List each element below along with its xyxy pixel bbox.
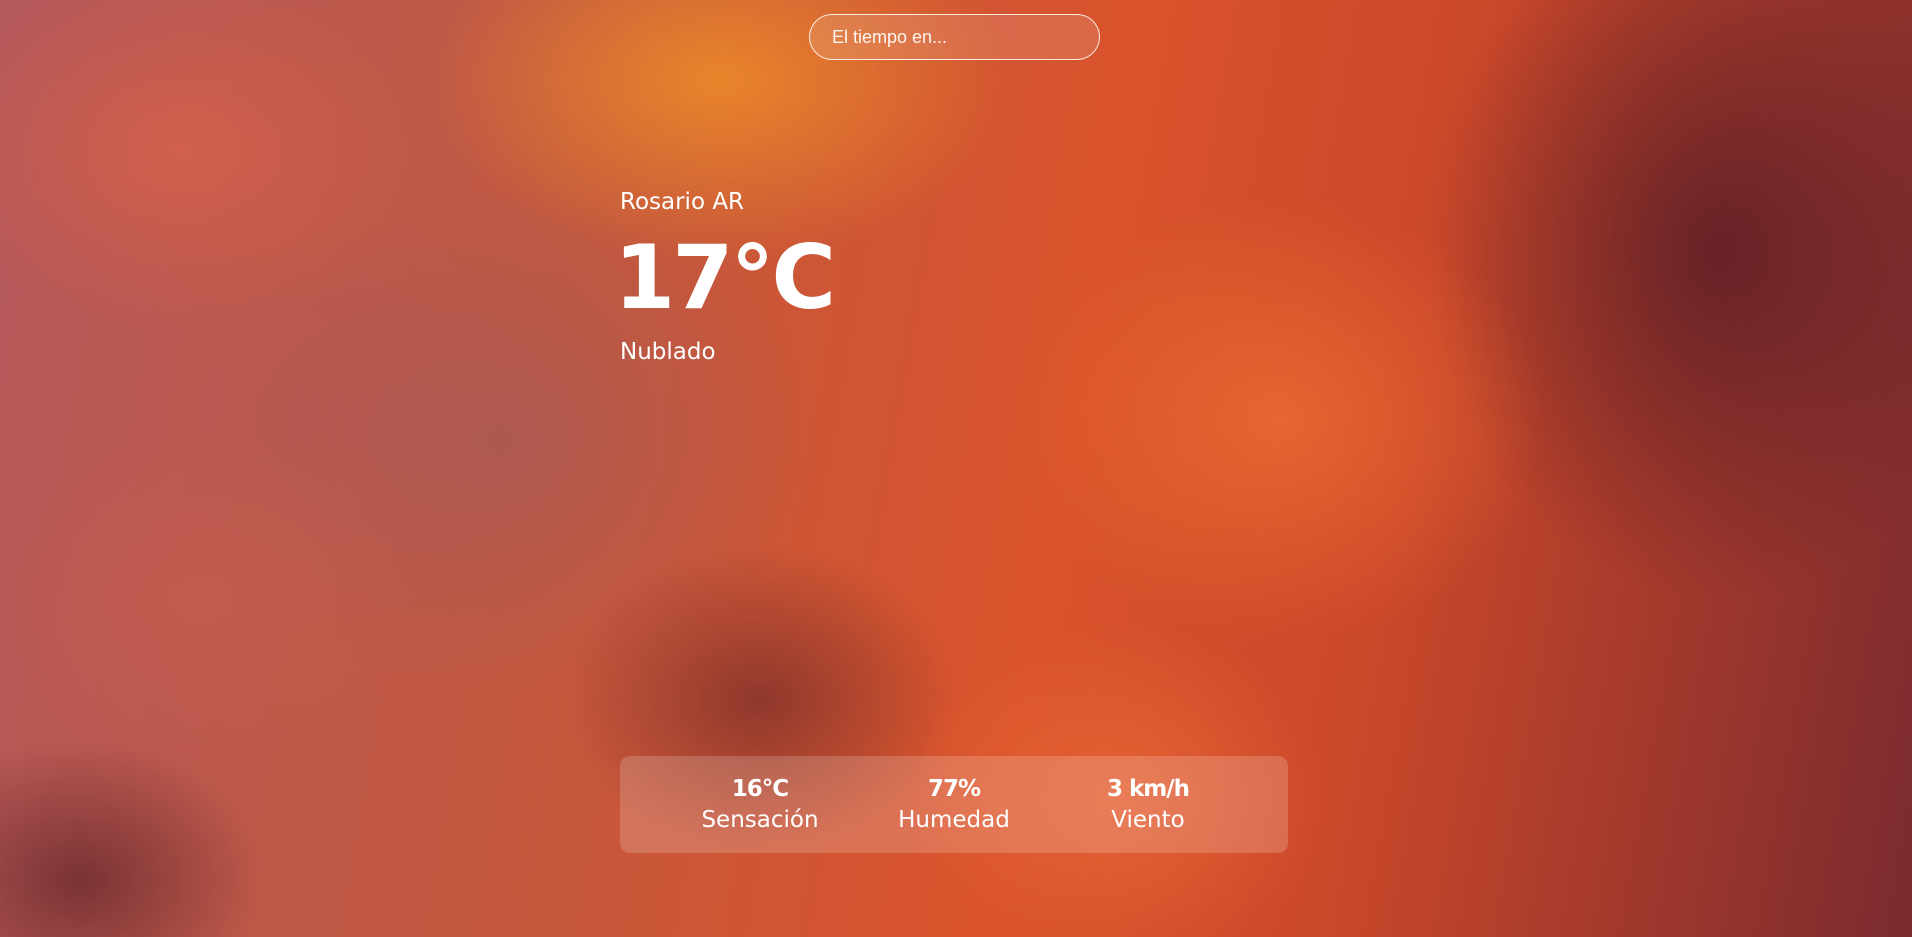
wind-value: 3 km/h xyxy=(1106,775,1190,802)
feels-like-stat: 16°C Sensación xyxy=(671,774,849,836)
humidity-label: Humedad xyxy=(898,806,1010,833)
weather-description: Nublado xyxy=(620,339,716,365)
search-bar xyxy=(809,14,1100,60)
current-weather: Rosario AR 17°C Nublado xyxy=(614,186,836,368)
wind-stat: 3 km/h Viento xyxy=(1059,774,1237,836)
weather-details-panel: 16°C Sensación 77% Humedad 3 km/h Viento xyxy=(620,756,1288,853)
search-input[interactable] xyxy=(809,14,1100,60)
feels-like-label: Sensación xyxy=(701,806,819,833)
temperature: 17°C xyxy=(614,226,836,329)
city-name: Rosario AR xyxy=(620,189,745,215)
humidity-stat: 77% Humedad xyxy=(865,774,1043,836)
humidity-value: 77% xyxy=(927,775,981,802)
feels-like-value: 16°C xyxy=(731,775,789,802)
wind-label: Viento xyxy=(1111,806,1185,833)
